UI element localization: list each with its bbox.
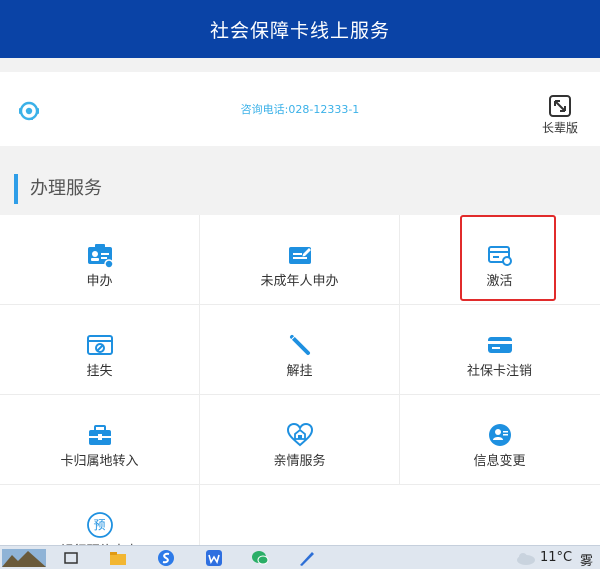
service-transfer-in[interactable]: 卡归属地转入 <box>0 395 199 484</box>
service-label: 社保卡注销 <box>466 364 532 379</box>
hotline-text[interactable]: 咨询电话:028-12333-1 <box>0 101 600 117</box>
service-info-change[interactable]: 信息变更 <box>400 395 599 484</box>
service-label: 亲情服务 <box>273 454 326 469</box>
elder-mode-label: 长辈版 <box>541 121 578 135</box>
grid-divider <box>399 215 400 485</box>
pen-tool-icon[interactable] <box>298 549 316 567</box>
service-label: 卡归属地转入 <box>60 454 139 469</box>
unlink-icon <box>289 334 310 355</box>
grid-divider <box>199 215 200 485</box>
elder-mode-button[interactable]: 长辈版 <box>536 94 584 136</box>
task-view-icon[interactable] <box>62 549 80 567</box>
grid-divider <box>0 304 600 305</box>
service-card-cancel[interactable]: 社保卡注销 <box>400 305 599 394</box>
weather-text: 雾 <box>580 554 594 569</box>
file-explorer-icon[interactable] <box>109 549 127 567</box>
sogou-browser-icon[interactable] <box>157 549 175 567</box>
grid-divider <box>0 484 600 485</box>
service-label: 挂失 <box>86 364 113 379</box>
contact-bar: 咨询电话:028-12333-1 长辈版 <box>0 72 600 146</box>
service-label: 解挂 <box>286 364 313 379</box>
service-label: 申办 <box>86 274 113 289</box>
edit-card-icon <box>288 247 311 264</box>
taskbar: 11°C 雾 <box>0 545 600 569</box>
service-minor-apply[interactable]: 未成年人申办 <box>200 215 399 304</box>
id-card-icon <box>87 244 113 268</box>
page-header: 社会保障卡线上服务 <box>0 0 600 58</box>
temperature-text[interactable]: 11°C <box>540 550 572 565</box>
section-title: 办理服务 <box>14 174 102 204</box>
service-apply[interactable]: 申办 <box>0 215 199 304</box>
service-report-lost[interactable]: 挂失 <box>0 305 199 394</box>
info-change-icon <box>488 424 511 446</box>
transfer-icon <box>88 425 111 445</box>
card-cancel-icon <box>487 337 512 353</box>
wechat-icon[interactable] <box>251 549 269 567</box>
grid-divider <box>0 394 600 395</box>
family-heart-icon <box>286 422 313 447</box>
service-label: 信息变更 <box>473 454 526 469</box>
card-lost-icon <box>86 335 113 355</box>
wps-icon[interactable] <box>205 549 223 567</box>
weather-icon[interactable] <box>514 549 536 567</box>
reserve-badge-text: 预 <box>93 518 106 532</box>
service-unlock[interactable]: 解挂 <box>200 305 399 394</box>
reserve-icon: 预 <box>86 512 113 538</box>
service-label: 未成年人申办 <box>260 274 339 289</box>
page-title: 社会保障卡线上服务 <box>209 19 390 42</box>
service-family[interactable]: 亲情服务 <box>200 395 399 484</box>
elder-mode-icon <box>549 95 571 117</box>
highlight-box <box>460 215 556 301</box>
wallpaper-icon <box>2 549 46 567</box>
